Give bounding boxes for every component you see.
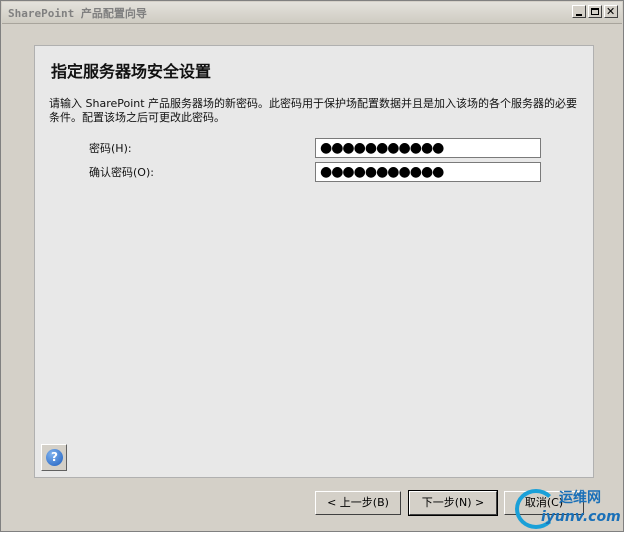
close-button[interactable]: ✕: [604, 5, 618, 18]
help-icon: ?: [46, 449, 63, 466]
watermark-logo: 运维网 iyunv.com: [515, 485, 624, 533]
maximize-icon: [591, 8, 599, 15]
page-description: 请输入 SharePoint 产品服务器场的新密码。此密码用于保护场配置数据并且…: [49, 97, 578, 124]
password-label: 密码(H):: [89, 142, 132, 155]
maximize-button[interactable]: [588, 5, 602, 18]
minimize-icon: [576, 14, 582, 16]
page-heading: 指定服务器场安全设置: [51, 62, 212, 81]
wizard-window: SharePoint 产品配置向导 ✕ 指定服务器场安全设置 请输入 Share…: [0, 0, 624, 532]
close-icon: ✕: [606, 5, 616, 18]
content-panel: 指定服务器场安全设置 请输入 SharePoint 产品服务器场的新密码。此密码…: [34, 45, 594, 478]
watermark-domain: iyunv.com: [541, 509, 621, 525]
password-field[interactable]: ●●●●●●●●●●●: [315, 138, 541, 158]
help-button[interactable]: ?: [41, 444, 67, 471]
window-controls: ✕: [572, 5, 618, 18]
confirm-password-field[interactable]: ●●●●●●●●●●●: [315, 162, 541, 182]
next-button[interactable]: 下一步(N) >: [408, 490, 498, 516]
title-bar[interactable]: SharePoint 产品配置向导 ✕: [2, 2, 622, 24]
minimize-button[interactable]: [572, 5, 586, 18]
watermark-site-name: 运维网: [559, 490, 601, 506]
confirm-password-label: 确认密码(O):: [89, 166, 154, 179]
back-button[interactable]: < 上一步(B): [315, 491, 401, 515]
window-title: SharePoint 产品配置向导: [8, 7, 147, 20]
